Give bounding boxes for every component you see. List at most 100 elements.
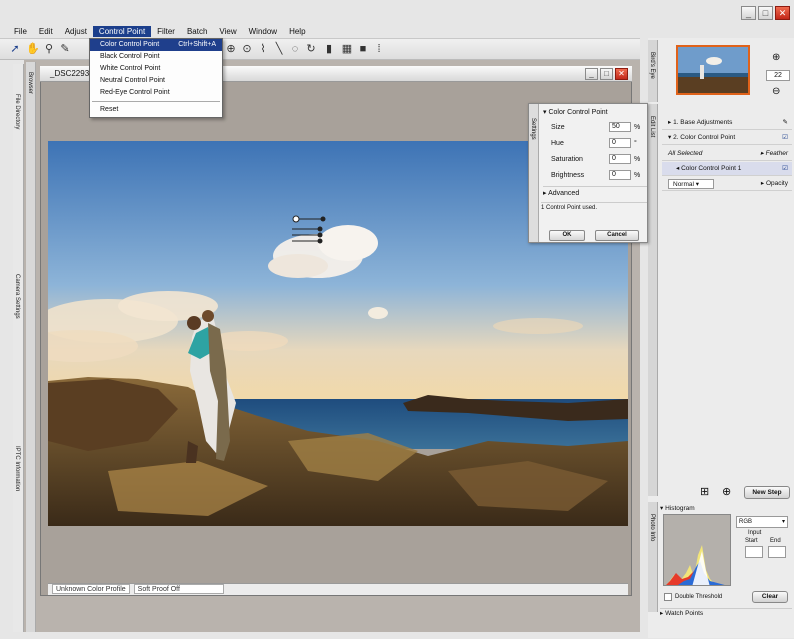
new-step-button[interactable]: New Step [744,486,790,499]
clear-button[interactable]: Clear [752,591,788,603]
doc-close-button[interactable]: ✕ [615,68,628,80]
opacity-toggle[interactable]: ▸ Opacity [761,177,788,190]
menu-item-white-control-point[interactable]: White Control Point [90,63,222,75]
direct-selection-icon[interactable]: ➚ [8,42,22,56]
zoom-in-icon[interactable]: ⊕ [772,52,780,63]
start-input[interactable] [745,546,763,558]
search-step-icon[interactable]: ⊕ [722,485,731,498]
histogram-title: Histogram [665,505,695,512]
menu-control-point[interactable]: Control Point [92,25,152,37]
color-profile-field[interactable]: Unknown Color Profile [52,584,130,594]
base-adjustments-text: 1. Base Adjustments [673,119,733,126]
eyedropper-icon[interactable]: ✎ [58,42,72,56]
minimize-button[interactable]: _ [741,6,756,20]
menu-item-neutral-control-point[interactable]: Neutral Control Point [90,75,222,87]
soft-proof-select[interactable]: Soft Proof Off [133,584,224,594]
tab-browser[interactable]: Browser [27,72,33,94]
lasso-tool-icon[interactable]: ◌ [288,42,302,56]
hue-input[interactable]: 0 [609,138,631,148]
menu-batch[interactable]: Batch [181,26,213,37]
histogram-graph [666,545,725,585]
zoom-level-input[interactable]: 22 [766,70,790,81]
settings-tab-label: Settings [530,118,536,140]
zoom-tool-icon[interactable]: ⚲ [42,42,56,56]
thumbnail-image [678,47,748,93]
ccp1-checkbox[interactable]: ☑ [782,162,788,175]
double-threshold-label: Double Threshold [675,594,723,600]
brightness-label: Brightness [551,171,585,179]
menu-window[interactable]: Window [243,26,283,37]
window-controls: _ □ ✕ [741,6,790,20]
doc-maximize-button[interactable]: □ [600,68,613,80]
advanced-expander[interactable]: ▸ Advanced [543,186,647,197]
saturation-label: Saturation [551,155,583,163]
base-adjustments-label: ▸ 1. Base Adjustments [668,119,733,126]
menu-view[interactable]: View [213,26,242,37]
input-label: Input [748,530,762,536]
line-tool-icon[interactable]: ╲ [272,42,286,56]
step-checkbox[interactable]: ☑ [782,131,788,144]
fill-tool-icon[interactable]: ■ [356,42,370,56]
hand-tool-icon[interactable]: ✋ [26,42,40,56]
brush-tool-icon[interactable]: ⌇ [256,42,270,56]
control-point-tool-icon[interactable]: ⊕ [224,42,238,56]
hue-label: Hue [551,139,564,147]
ccp1-text: Color Control Point 1 [681,165,742,172]
brightness-row: Brightness 0 % [551,170,643,180]
size-input[interactable]: 50 [609,122,631,132]
menu-item-label: Neutral Control Point [100,77,165,84]
menu-item-label: Color Control Point [100,41,160,48]
menu-adjust[interactable]: Adjust [59,26,93,37]
menu-filter[interactable]: Filter [151,26,181,37]
control-point-item[interactable]: ◂ Color Control Point 1 ☑ [662,162,792,176]
feather-toggle[interactable]: ▸ Feather [761,147,788,160]
menu-edit[interactable]: Edit [33,26,59,37]
menu-item-black-control-point[interactable]: Black Control Point [90,51,222,63]
birds-eye-tab[interactable]: Bird's Eye [648,40,658,102]
settings-tab[interactable]: Settings [529,104,539,242]
channel-select[interactable]: RGB ▾ [736,516,788,528]
straighten-tool-icon[interactable]: ▮ [322,42,336,56]
blend-mode-select[interactable]: Normal ▾ [668,179,714,189]
cancel-button[interactable]: Cancel [595,230,639,241]
doc-minimize-button[interactable]: _ [585,68,598,80]
ccp1-label: ◂ Color Control Point 1 [676,165,742,172]
grid-tool-icon[interactable]: ⁞ [372,42,386,56]
saturation-unit: % [634,155,641,163]
menu-help[interactable]: Help [283,26,311,37]
close-button[interactable]: ✕ [775,6,790,20]
menu-bar: File Edit Adjust Control Point Filter Ba… [0,24,640,38]
edit-step-base-adjustments[interactable]: ▸ 1. Base Adjustments ✎ [662,116,792,130]
advanced-label: Advanced [548,190,580,197]
brightness-input[interactable]: 0 [609,170,631,180]
watch-points-header[interactable]: ▸ Watch Points [660,608,792,618]
edit-step-color-control-point[interactable]: ▾ 2. Color Control Point ☑ [662,131,792,145]
end-input[interactable] [768,546,786,558]
double-threshold-row: Double Threshold [664,593,722,601]
menu-file[interactable]: File [8,26,33,37]
menu-item-reset[interactable]: Reset [90,104,222,116]
double-threshold-checkbox[interactable] [664,593,672,601]
control-point-overlay[interactable] [288,213,338,253]
menu-item-color-control-point[interactable]: Color Control Point Ctrl+Shift+A [90,39,222,51]
menu-item-shortcut: Ctrl+Shift+A [178,41,216,48]
tab-file-directory[interactable]: File Directory [14,94,20,129]
add-step-icon[interactable]: ⊞ [700,485,709,498]
birds-eye-thumbnail[interactable] [676,45,750,95]
ok-button[interactable]: OK [549,230,585,241]
menu-item-red-eye-control-point[interactable]: Red-Eye Control Point [90,87,222,99]
edit-list-tab[interactable]: Edit List [648,104,658,496]
maximize-button[interactable]: □ [758,6,773,20]
brush-icon[interactable]: ✎ [783,116,788,129]
photo-info-tab[interactable]: Photo Info [648,502,658,612]
menu-item-label: Black Control Point [100,53,160,60]
rotate-tool-icon[interactable]: ↻ [304,42,318,56]
tab-iptc-information[interactable]: IPTC Information [14,446,20,491]
crop-tool-icon[interactable]: ▦ [340,42,354,56]
selection-tool-icon[interactable]: ⊙ [240,42,254,56]
zoom-out-icon[interactable]: ⊖ [772,86,780,97]
histogram-header[interactable]: ▾ Histogram [660,504,792,514]
control-point-info: 1 Control Point used. [541,202,647,211]
tab-camera-settings[interactable]: Camera Settings [14,274,20,319]
saturation-input[interactable]: 0 [609,154,631,164]
